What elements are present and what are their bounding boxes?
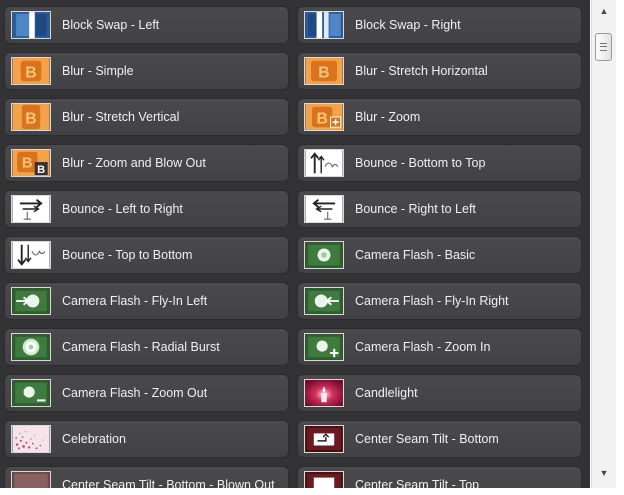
- transition-label: Bounce - Bottom to Top: [355, 156, 486, 170]
- transition-item-camera-flash-fly-in-left[interactable]: Camera Flash - Fly-In Left: [4, 282, 289, 320]
- transition-label: Blur - Simple: [62, 64, 134, 78]
- transition-item-center-seam-tilt-bottom[interactable]: Center Seam Tilt - Bottom: [297, 420, 582, 458]
- camera-flash-radial-burst-icon: [11, 333, 51, 361]
- block-swap-right-icon: [304, 11, 344, 39]
- transition-label: Candlelight: [355, 386, 418, 400]
- transition-item-blur-stretch-vertical[interactable]: B Blur - Stretch Vertical: [4, 98, 289, 136]
- transition-label: Camera Flash - Fly-In Right: [355, 294, 509, 308]
- candlelight-icon: [304, 379, 344, 407]
- transition-label: Camera Flash - Zoom In: [355, 340, 491, 354]
- blur-stretch-horizontal-icon: B: [304, 57, 344, 85]
- blur-zoom-blow-out-icon: BB: [11, 149, 51, 177]
- transition-item-candlelight[interactable]: Candlelight: [297, 374, 582, 412]
- scroll-down-arrow-icon[interactable]: ▼: [592, 463, 616, 483]
- transition-item-blur-zoom-and-blow-out[interactable]: BB Blur - Zoom and Blow Out: [4, 144, 289, 182]
- transition-label: Block Swap - Left: [62, 18, 160, 32]
- celebration-icon: [11, 425, 51, 453]
- blur-zoom-icon: B: [304, 103, 344, 131]
- svg-text:B: B: [37, 164, 45, 176]
- transition-item-blur-stretch-horizontal[interactable]: B Blur - Stretch Horizontal: [297, 52, 582, 90]
- transition-item-camera-flash-radial-burst[interactable]: Camera Flash - Radial Burst: [4, 328, 289, 366]
- scrollbar-thumb[interactable]: [595, 33, 612, 61]
- transition-item-bounce-right-to-left[interactable]: Bounce - Right to Left: [297, 190, 582, 228]
- transition-label: Camera Flash - Radial Burst: [62, 340, 220, 354]
- transition-label: Celebration: [62, 432, 126, 446]
- transition-item-bounce-bottom-to-top[interactable]: Bounce - Bottom to Top: [297, 144, 582, 182]
- camera-flash-zoom-in-icon: [304, 333, 344, 361]
- scroll-up-arrow-icon[interactable]: ▲: [592, 1, 616, 21]
- transition-label: Camera Flash - Fly-In Left: [62, 294, 208, 308]
- transition-grid: Block Swap - Left Block Swap - Right B B…: [4, 6, 582, 495]
- transition-label: Camera Flash - Basic: [355, 248, 476, 262]
- bounce-bottom-to-top-icon: [304, 149, 344, 177]
- center-seam-tilt-bottom-icon: [304, 425, 344, 453]
- transition-item-block-swap-left[interactable]: Block Swap - Left: [4, 6, 289, 44]
- vertical-scrollbar[interactable]: ▲ ▼: [591, 0, 616, 495]
- bounce-left-to-right-icon: [11, 195, 51, 223]
- bounce-top-to-bottom-icon: [11, 241, 51, 269]
- transition-label: Blur - Zoom: [355, 110, 421, 124]
- transition-label: Camera Flash - Zoom Out: [62, 386, 208, 400]
- transition-label: Blur - Zoom and Blow Out: [62, 156, 206, 170]
- block-swap-left-icon: [11, 11, 51, 39]
- transition-list-panel: Block Swap - Left Block Swap - Right B B…: [0, 0, 590, 495]
- transition-item-camera-flash-zoom-in[interactable]: Camera Flash - Zoom In: [297, 328, 582, 366]
- transition-label: Bounce - Left to Right: [62, 202, 183, 216]
- transition-label: Bounce - Right to Left: [355, 202, 476, 216]
- window-bottom-edge: [0, 488, 624, 495]
- transition-item-bounce-left-to-right[interactable]: Bounce - Left to Right: [4, 190, 289, 228]
- blur-stretch-vertical-icon: B: [11, 103, 51, 131]
- transition-item-bounce-top-to-bottom[interactable]: Bounce - Top to Bottom: [4, 236, 289, 274]
- svg-text:B: B: [25, 65, 36, 82]
- svg-text:B: B: [22, 156, 33, 172]
- camera-flash-fly-in-right-icon: [304, 287, 344, 315]
- transition-item-camera-flash-basic[interactable]: Camera Flash - Basic: [297, 236, 582, 274]
- transition-item-block-swap-right[interactable]: Block Swap - Right: [297, 6, 582, 44]
- transition-label: Blur - Stretch Vertical: [62, 110, 180, 124]
- transition-item-camera-flash-fly-in-right[interactable]: Camera Flash - Fly-In Right: [297, 282, 582, 320]
- transition-item-camera-flash-zoom-out[interactable]: Camera Flash - Zoom Out: [4, 374, 289, 412]
- camera-flash-fly-in-left-icon: [11, 287, 51, 315]
- grip-icon: [600, 43, 607, 51]
- camera-flash-basic-icon: [304, 241, 344, 269]
- transition-item-blur-zoom[interactable]: B Blur - Zoom: [297, 98, 582, 136]
- svg-text:B: B: [318, 65, 329, 82]
- svg-text:B: B: [316, 111, 327, 128]
- transition-label: Block Swap - Right: [355, 18, 461, 32]
- camera-flash-zoom-out-icon: [11, 379, 51, 407]
- transition-label: Bounce - Top to Bottom: [62, 248, 193, 262]
- blur-simple-icon: B: [11, 57, 51, 85]
- bounce-right-to-left-icon: [304, 195, 344, 223]
- transition-label: Center Seam Tilt - Bottom: [355, 432, 499, 446]
- svg-text:B: B: [25, 111, 36, 128]
- transition-item-celebration[interactable]: Celebration: [4, 420, 289, 458]
- transition-item-blur-simple[interactable]: B Blur - Simple: [4, 52, 289, 90]
- transition-label: Blur - Stretch Horizontal: [355, 64, 488, 78]
